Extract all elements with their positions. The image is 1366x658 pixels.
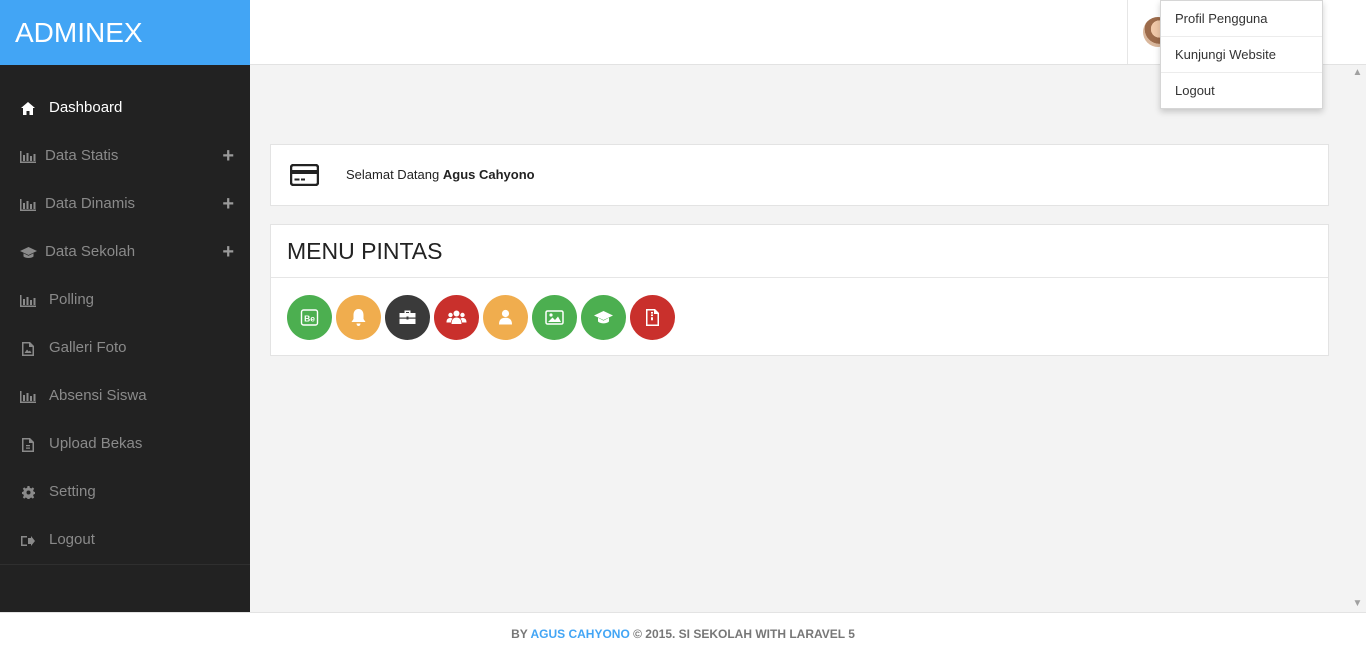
briefcase-icon [399, 310, 416, 324]
sidebar-item-label: Data Statis [45, 147, 119, 164]
sidebar-item-label: Polling [49, 291, 95, 308]
bell-icon [351, 309, 366, 326]
shortcut-button-notifications[interactable] [336, 295, 381, 340]
shortcut-menu-title: MENU PINTAS [271, 225, 1328, 278]
bar-chart-icon [18, 276, 38, 324]
menu-item-profil-pengguna[interactable]: Profil Pengguna [1161, 1, 1322, 37]
shortcut-button-school[interactable] [581, 295, 626, 340]
footer-copyright: © 2015. SI SEKOLAH WITH LARAVEL 5 [633, 627, 855, 641]
sidebar-divider [0, 564, 250, 565]
bar-chart-icon [18, 372, 38, 420]
home-icon [18, 84, 38, 132]
sidebar-item-label: Logout [49, 531, 95, 548]
sidebar-item-label: Galleri Foto [49, 339, 127, 356]
vertical-scrollbar[interactable]: ▲ ▼ [1349, 65, 1366, 612]
sidebar-item-data-dinamis[interactable]: Data Dinamis + [0, 180, 250, 228]
sidebar-item-absensi-siswa[interactable]: Absensi Siswa [0, 372, 250, 420]
shortcut-buttons: Be [287, 295, 679, 340]
sidebar-item-logout[interactable]: Logout [0, 516, 250, 564]
sidebar-item-label: Data Sekolah [45, 243, 136, 260]
sidebar-item-label: Upload Bekas [49, 435, 143, 452]
credit-card-icon [289, 163, 320, 187]
sidebar-item-label: Dashboard [49, 99, 123, 116]
shortcut-button-behance[interactable]: Be [287, 295, 332, 340]
expand-icon[interactable]: + [222, 228, 234, 276]
menu-item-kunjungi-website[interactable]: Kunjungi Website [1161, 37, 1322, 73]
sidebar-item-data-statis[interactable]: Data Statis + [0, 132, 250, 180]
shortcut-button-users[interactable] [434, 295, 479, 340]
footer-author-link[interactable]: AGUS CAHYONO [530, 627, 629, 641]
shortcut-menu-panel: MENU PINTAS Be [270, 224, 1329, 356]
sidebar-nav: Dashboard Data Statis + Data Dinamis + D… [0, 65, 250, 564]
sidebar-item-data-sekolah[interactable]: Data Sekolah + [0, 228, 250, 276]
gear-icon [18, 468, 38, 516]
sidebar-item-label: Setting [49, 483, 96, 500]
image-icon [545, 310, 564, 325]
sidebar-item-galleri-foto[interactable]: Galleri Foto [0, 324, 250, 372]
scroll-up-arrow-icon[interactable]: ▲ [1349, 65, 1366, 81]
welcome-message: Selamat Datang Agus Cahyono [346, 145, 535, 205]
file-archive-icon [646, 309, 659, 326]
shortcut-button-briefcase[interactable] [385, 295, 430, 340]
topbar-separator [1127, 0, 1128, 64]
bar-chart-icon [18, 132, 38, 180]
shortcut-button-gallery[interactable] [532, 295, 577, 340]
scroll-down-arrow-icon[interactable]: ▼ [1349, 596, 1366, 612]
users-icon [446, 310, 467, 324]
menu-item-logout[interactable]: Logout [1161, 73, 1322, 108]
expand-icon[interactable]: + [222, 132, 234, 180]
shortcut-button-user[interactable] [483, 295, 528, 340]
user-icon [499, 309, 512, 325]
footer-prefix: BY [511, 627, 528, 641]
sidebar-item-dashboard[interactable]: Dashboard [0, 84, 250, 132]
sidebar-item-polling[interactable]: Polling [0, 276, 250, 324]
graduation-cap-icon [18, 228, 38, 276]
file-icon [18, 420, 38, 468]
shortcut-button-files[interactable] [630, 295, 675, 340]
user-dropdown-menu: Profil Pengguna Kunjungi Website Logout [1160, 0, 1323, 109]
expand-icon[interactable]: + [222, 180, 234, 228]
sidebar: Dashboard Data Statis + Data Dinamis + D… [0, 65, 250, 612]
behance-icon: Be [300, 309, 319, 326]
sign-out-icon [18, 516, 38, 564]
welcome-user-name: Agus Cahyono [442, 167, 535, 182]
bar-chart-icon [18, 180, 38, 228]
sidebar-item-label: Absensi Siswa [49, 387, 147, 404]
sidebar-item-upload-bekas[interactable]: Upload Bekas [0, 420, 250, 468]
graduation-cap-icon [594, 311, 613, 324]
welcome-panel: Selamat Datang Agus Cahyono [270, 144, 1329, 206]
svg-text:Be: Be [304, 314, 315, 324]
brand-logo[interactable]: ADMINEX [0, 0, 250, 65]
welcome-greeting: Selamat Datang [346, 167, 440, 182]
picture-file-icon [18, 324, 38, 372]
sidebar-item-setting[interactable]: Setting [0, 468, 250, 516]
footer: BY AGUS CAHYONO © 2015. SI SEKOLAH WITH … [0, 612, 1366, 658]
sidebar-item-label: Data Dinamis [45, 195, 136, 212]
